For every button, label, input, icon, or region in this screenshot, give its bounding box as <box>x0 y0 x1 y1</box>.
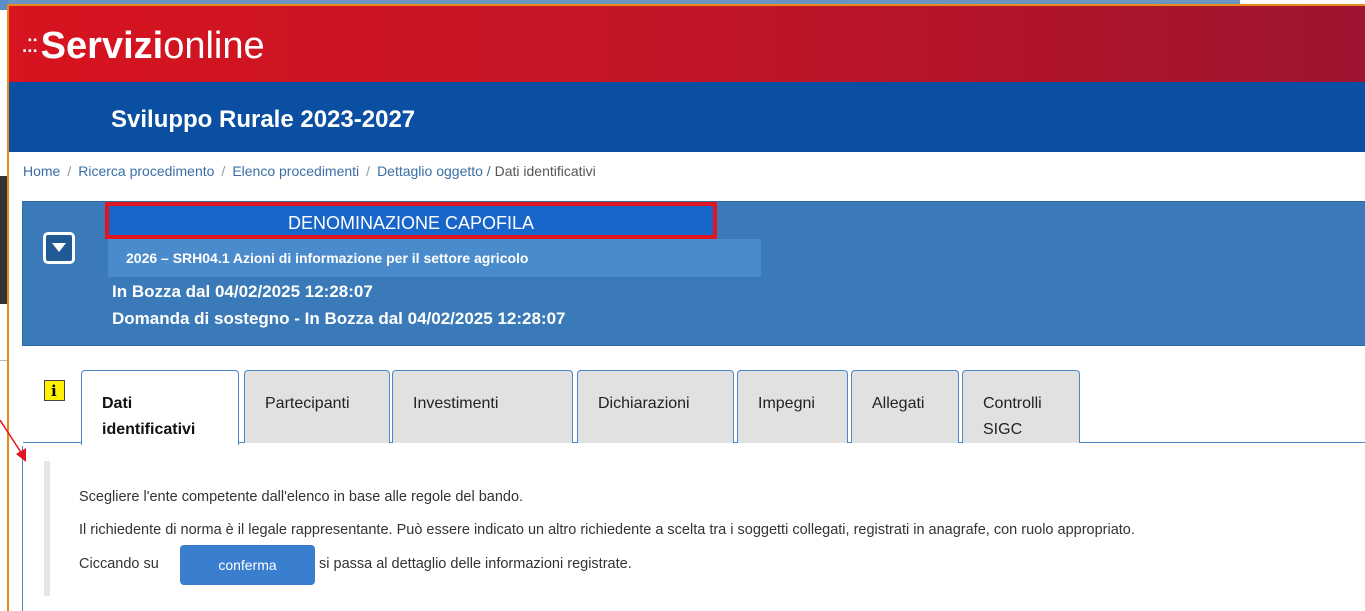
breadcrumb-separator: / <box>366 163 371 179</box>
procedure-info-panel: DENOMINAZIONE CAPOFILA 2026 – SRH04.1 Az… <box>22 201 1365 346</box>
collapse-toggle-button[interactable] <box>43 232 75 264</box>
instruction-line-3-prefix: Ciccando su <box>79 556 159 572</box>
procedure-name: 2026 – SRH04.1 Azioni di informazione pe… <box>126 250 529 266</box>
logo-text-light: online <box>163 25 265 67</box>
servizionline-logo[interactable]: .:: Servizionline <box>21 18 265 71</box>
logo-text-bold: Servizi <box>40 25 164 67</box>
breadcrumb-home[interactable]: Home <box>23 163 60 179</box>
instruction-line-3-suffix: si passa al dettaglio delle informazioni… <box>319 556 632 572</box>
site-header: .:: Servizionline <box>9 6 1365 82</box>
section-header: Sviluppo Rurale 2023-2027 <box>9 82 1365 152</box>
breadcrumb-ricerca-procedimento[interactable]: Ricerca procedimento <box>78 163 214 179</box>
application-status: Domanda di sostegno - In Bozza dal 04/02… <box>112 309 566 328</box>
tab-label: Dati identificativi <box>102 395 196 438</box>
tab-impegni[interactable]: Impegni <box>737 370 848 443</box>
tab-partecipanti[interactable]: Partecipanti <box>244 370 390 443</box>
tab-label: Allegati <box>872 395 925 412</box>
confirm-button[interactable]: conferma <box>180 545 315 585</box>
logo-dots-icon: .:: <box>21 28 39 58</box>
breadcrumb-separator: / <box>221 163 226 179</box>
tab-allegati[interactable]: Allegati <box>851 370 959 443</box>
info-icon[interactable]: i <box>44 380 65 401</box>
tab-label: Controlli SIGC <box>983 395 1042 438</box>
tab-investimenti[interactable]: Investimenti <box>392 370 573 443</box>
browser-page-frame: .:: Servizionline Sviluppo Rurale 2023-20… <box>7 4 1365 611</box>
tab-dichiarazioni[interactable]: Dichiarazioni <box>577 370 734 443</box>
annotation-arrow-icon <box>0 420 26 462</box>
breadcrumb-current: Dati identificativi <box>494 163 596 179</box>
tab-label: Partecipanti <box>265 395 350 412</box>
denominazione-text: DENOMINAZIONE CAPOFILA <box>287 213 535 233</box>
breadcrumb-separator: / <box>67 163 72 179</box>
instruction-line-1: Scegliere l'ente competente dall'elenco … <box>79 489 524 505</box>
note-accent-bar <box>44 461 50 596</box>
instruction-line-2: Il richiedente di norma è il legale rapp… <box>79 522 1135 538</box>
tab-label: Impegni <box>758 395 815 412</box>
section-title: Sviluppo Rurale 2023-2027 <box>111 106 416 133</box>
breadcrumb-dettaglio-oggetto[interactable]: Dettaglio oggetto <box>377 163 483 179</box>
tab-controlli-sigc[interactable]: Controlli SIGC <box>962 370 1080 443</box>
tab-label: Dichiarazioni <box>598 395 690 412</box>
breadcrumb-elenco-procedimenti[interactable]: Elenco procedimenti <box>232 163 359 179</box>
procedure-name-box: 2026 – SRH04.1 Azioni di informazione pe… <box>108 239 761 277</box>
tab-dati-identificativi[interactable]: Dati identificativi <box>81 370 239 445</box>
chevron-down-icon <box>52 243 66 252</box>
content-border <box>22 446 23 611</box>
denominazione-highlight: DENOMINAZIONE CAPOFILA <box>105 202 717 239</box>
tab-label: Investimenti <box>413 395 499 412</box>
breadcrumb: Home / Ricerca procedimento / Elenco procedi… <box>23 163 596 179</box>
screen: .:: Servizionline Sviluppo Rurale 2023-20… <box>0 0 1365 611</box>
draft-status: In Bozza dal 04/02/2025 12:28:07 <box>112 282 373 301</box>
breadcrumb-separator: / <box>482 163 495 179</box>
